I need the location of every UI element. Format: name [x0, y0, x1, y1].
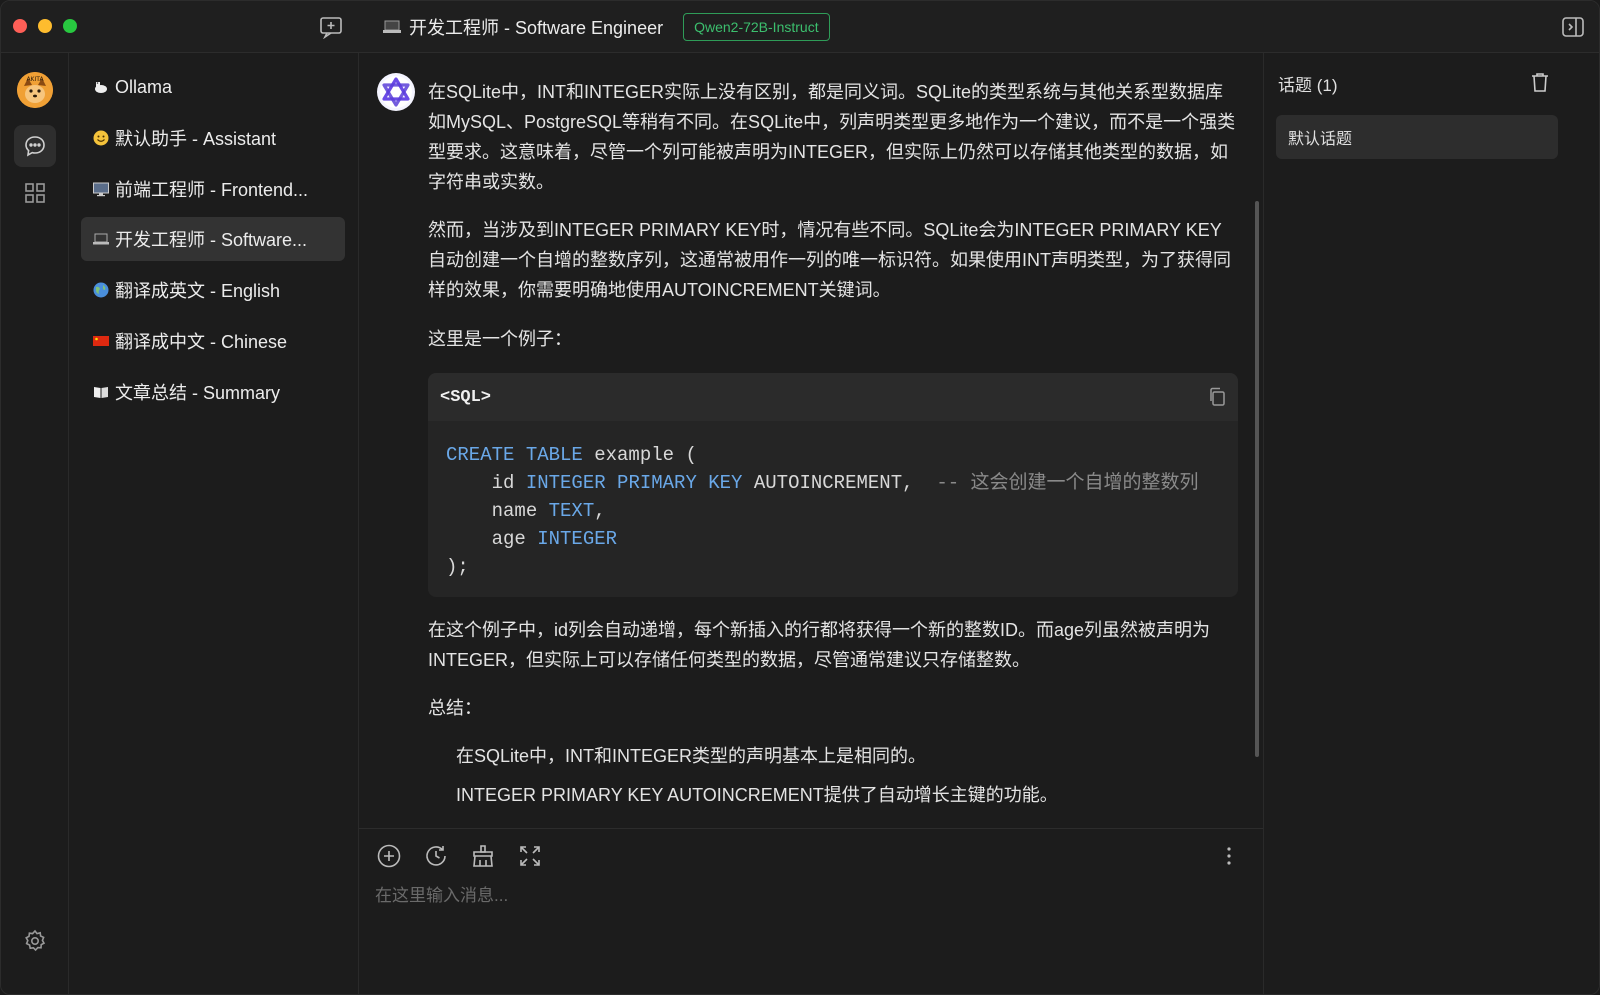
code-token: AUTOINCREMENT,: [742, 472, 937, 494]
summary-list-item: INTEGER PRIMARY KEY AUTOINCREMENT提供了自动增长…: [456, 785, 1058, 805]
panel-toggle-icon[interactable]: [1561, 15, 1585, 39]
code-token: INTEGER: [537, 528, 618, 550]
china-flag-icon: [93, 333, 109, 349]
code-token: );: [446, 556, 469, 578]
code-block-header: <SQL>: [428, 373, 1238, 421]
clear-icon[interactable]: [470, 843, 496, 869]
history-icon[interactable]: [423, 843, 449, 869]
avatar-text: AKITA: [26, 76, 44, 83]
window-title: 开发工程师 - Software Engineer Qwen2-72B-Inst…: [383, 1, 830, 53]
user-avatar[interactable]: AKITA: [17, 72, 53, 108]
message-input[interactable]: [375, 881, 1235, 911]
assistant-item-english[interactable]: 翻译成英文 - English: [81, 268, 345, 312]
llama-icon: [93, 79, 109, 95]
code-token: id: [446, 472, 526, 494]
assistant-item-software[interactable]: 开发工程师 - Software...: [81, 217, 345, 261]
code-token: ,: [594, 500, 606, 522]
code-token: name: [446, 500, 549, 522]
code-block: <SQL> CREATE TABLE example ( id INTEGER …: [428, 373, 1238, 597]
icon-rail: AKITA: [1, 53, 69, 994]
chat-scrollbar[interactable]: [1255, 201, 1259, 757]
topics-panel: 话题 (1) 默认话题: [1263, 53, 1599, 994]
laptop-icon: [93, 231, 109, 247]
message-paragraph: 这里是一个例子：: [428, 329, 572, 349]
monitor-icon: [93, 181, 109, 197]
code-content: CREATE TABLE example ( id INTEGER PRIMAR…: [428, 421, 1238, 597]
expand-icon[interactable]: [517, 843, 543, 869]
assistant-item-summary[interactable]: 文章总结 - Summary: [81, 370, 345, 414]
globe-icon: [93, 282, 109, 298]
app-window: 开发工程师 - Software Engineer Qwen2-72B-Inst…: [0, 0, 1600, 995]
code-token: age: [446, 528, 538, 550]
more-icon[interactable]: [1216, 843, 1242, 869]
assistant-label: 文章总结 - Summary: [115, 383, 281, 403]
bot-avatar: [377, 73, 415, 111]
message-paragraph: 然而，当涉及到INTEGER PRIMARY KEY时，情况有些不同。SQLit…: [428, 220, 1231, 300]
assistant-item-frontend[interactable]: 前端工程师 - Frontend...: [81, 167, 345, 211]
chat-icon[interactable]: [14, 125, 56, 167]
summary-list-item: 在SQLite中，INT和INTEGER类型的声明基本上是相同的。: [456, 746, 927, 766]
window-title-text: 开发工程师 - Software Engineer: [409, 18, 664, 38]
copy-icon[interactable]: [1208, 387, 1226, 407]
input-area: [359, 828, 1263, 994]
smile-icon: [93, 130, 109, 146]
minimize-window-button[interactable]: [38, 19, 52, 33]
model-badge[interactable]: Qwen2-72B-Instruct: [683, 13, 830, 41]
settings-icon[interactable]: [23, 929, 47, 953]
new-topic-icon[interactable]: [319, 15, 343, 39]
assistant-item-default[interactable]: 默认助手 - Assistant: [81, 116, 345, 160]
chat-area[interactable]: 在SQLite中，INT和INTEGER实际上没有区别，都是同义词。SQLite…: [359, 53, 1263, 828]
code-comment: -- 这会创建一个自增的整数列: [936, 472, 1199, 494]
code-language-label: <SQL>: [440, 387, 492, 407]
title-bar: 开发工程师 - Software Engineer Qwen2-72B-Inst…: [1, 1, 1599, 53]
assistant-item-ollama[interactable]: Ollama: [81, 65, 345, 109]
topics-title: 话题 (1): [1278, 76, 1338, 95]
assistant-label: 翻译成中文 - Chinese: [115, 332, 288, 352]
assistant-label: 默认助手 - Assistant: [115, 129, 277, 149]
close-window-button[interactable]: [13, 19, 27, 33]
assistant-item-chinese[interactable]: 翻译成中文 - Chinese: [81, 319, 345, 363]
code-token: TEXT: [548, 500, 595, 522]
assistant-label: 翻译成英文 - English: [115, 281, 281, 301]
message-paragraph: 在这个例子中，id列会自动递增，每个新插入的行都将获得一个新的整数ID。而age…: [428, 620, 1211, 670]
qwen-logo-icon: [380, 76, 412, 108]
message-paragraph: 总结：: [428, 698, 482, 718]
message-paragraph: 在SQLite中，INT和INTEGER实际上没有区别，都是同义词。SQLite…: [428, 82, 1236, 192]
laptop-icon: [383, 20, 401, 34]
assistant-label: 开发工程师 - Software...: [115, 230, 308, 250]
assistant-list: Ollama 默认助手 - Assistant 前端工程师 - Frontend…: [69, 53, 359, 994]
trash-icon[interactable]: [1529, 71, 1551, 93]
zoom-window-button[interactable]: [63, 19, 77, 33]
code-token: example (: [582, 444, 697, 466]
assistant-label: 前端工程师 - Frontend...: [115, 180, 309, 200]
code-token: INTEGER PRIMARY KEY: [525, 472, 743, 494]
code-token: CREATE TABLE: [446, 444, 583, 466]
add-icon[interactable]: [376, 843, 402, 869]
assistant-label: Ollama: [115, 76, 173, 97]
book-icon: [93, 384, 109, 400]
apps-grid-icon[interactable]: [23, 181, 47, 205]
topic-item[interactable]: 默认话题: [1276, 115, 1558, 159]
